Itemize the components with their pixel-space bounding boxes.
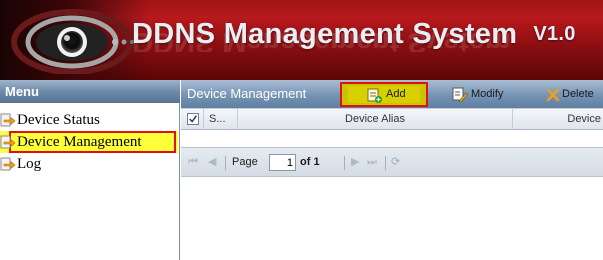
page-count-label: of 1 <box>300 156 320 168</box>
select-all-column <box>181 109 204 130</box>
delete-button[interactable]: Delete <box>545 84 594 105</box>
panel-toolbar: Device Management Add Modify Delete <box>181 80 603 108</box>
refresh-icon[interactable]: ⟳ <box>391 148 400 177</box>
menu-item-label: Log <box>17 156 42 172</box>
column-header-status[interactable]: S... <box>204 109 238 130</box>
main-panel: Device Management Add Modify Delete S...… <box>181 80 603 260</box>
add-button-fill <box>348 86 420 103</box>
column-header-device[interactable]: Device <box>513 109 603 130</box>
previous-page-icon[interactable]: ◀ <box>208 148 216 177</box>
menu-item-log[interactable]: Log <box>0 153 179 175</box>
menu-item-label: Device Management <box>17 134 142 150</box>
last-page-icon[interactable]: ⏭ <box>367 148 377 177</box>
grid-header: S... Device Alias Device <box>181 108 603 130</box>
page-label: Page <box>232 156 258 168</box>
panel-content-area <box>181 177 603 260</box>
modify-button-label: Modify <box>471 88 504 100</box>
grid-body <box>181 130 603 147</box>
pagination-bar: ⏮ ◀ Page of 1 ▶ ⏭ ⟳ <box>181 147 603 177</box>
modify-button[interactable]: Modify <box>451 84 503 105</box>
next-page-icon[interactable]: ▶ <box>351 148 359 177</box>
menu-header: Menu <box>0 80 180 103</box>
app-version: V1.0 <box>533 23 576 45</box>
menu-item-device-management[interactable]: Device Management <box>0 131 178 153</box>
delete-x-icon <box>546 88 560 102</box>
page-number-input[interactable] <box>269 154 296 171</box>
edit-document-icon <box>452 87 468 103</box>
column-header-device-alias[interactable]: Device Alias <box>238 109 513 130</box>
camera-lens-logo-icon <box>11 9 134 74</box>
pager-separator <box>225 156 226 170</box>
select-all-checkbox[interactable] <box>187 113 199 125</box>
side-menu: Menu Device Status Device Management Log <box>0 80 180 260</box>
checkmark-icon <box>189 115 197 123</box>
first-page-icon[interactable]: ⏮ <box>188 148 198 177</box>
add-button-label: Add <box>386 88 406 100</box>
menu-item-label: Device Status <box>17 112 100 128</box>
menu-item-device-status[interactable]: Device Status <box>0 109 179 131</box>
pager-separator <box>385 156 386 170</box>
app-title-reflection: DDNS Management System <box>132 32 511 52</box>
delete-button-label: Delete <box>562 88 594 100</box>
pager-separator <box>344 156 345 170</box>
add-document-icon <box>367 88 382 103</box>
app-banner: DDNS Management System V1.0 DDNS Manageme… <box>0 0 603 80</box>
panel-title: Device Management <box>187 86 307 101</box>
add-button[interactable]: Add <box>340 82 428 107</box>
